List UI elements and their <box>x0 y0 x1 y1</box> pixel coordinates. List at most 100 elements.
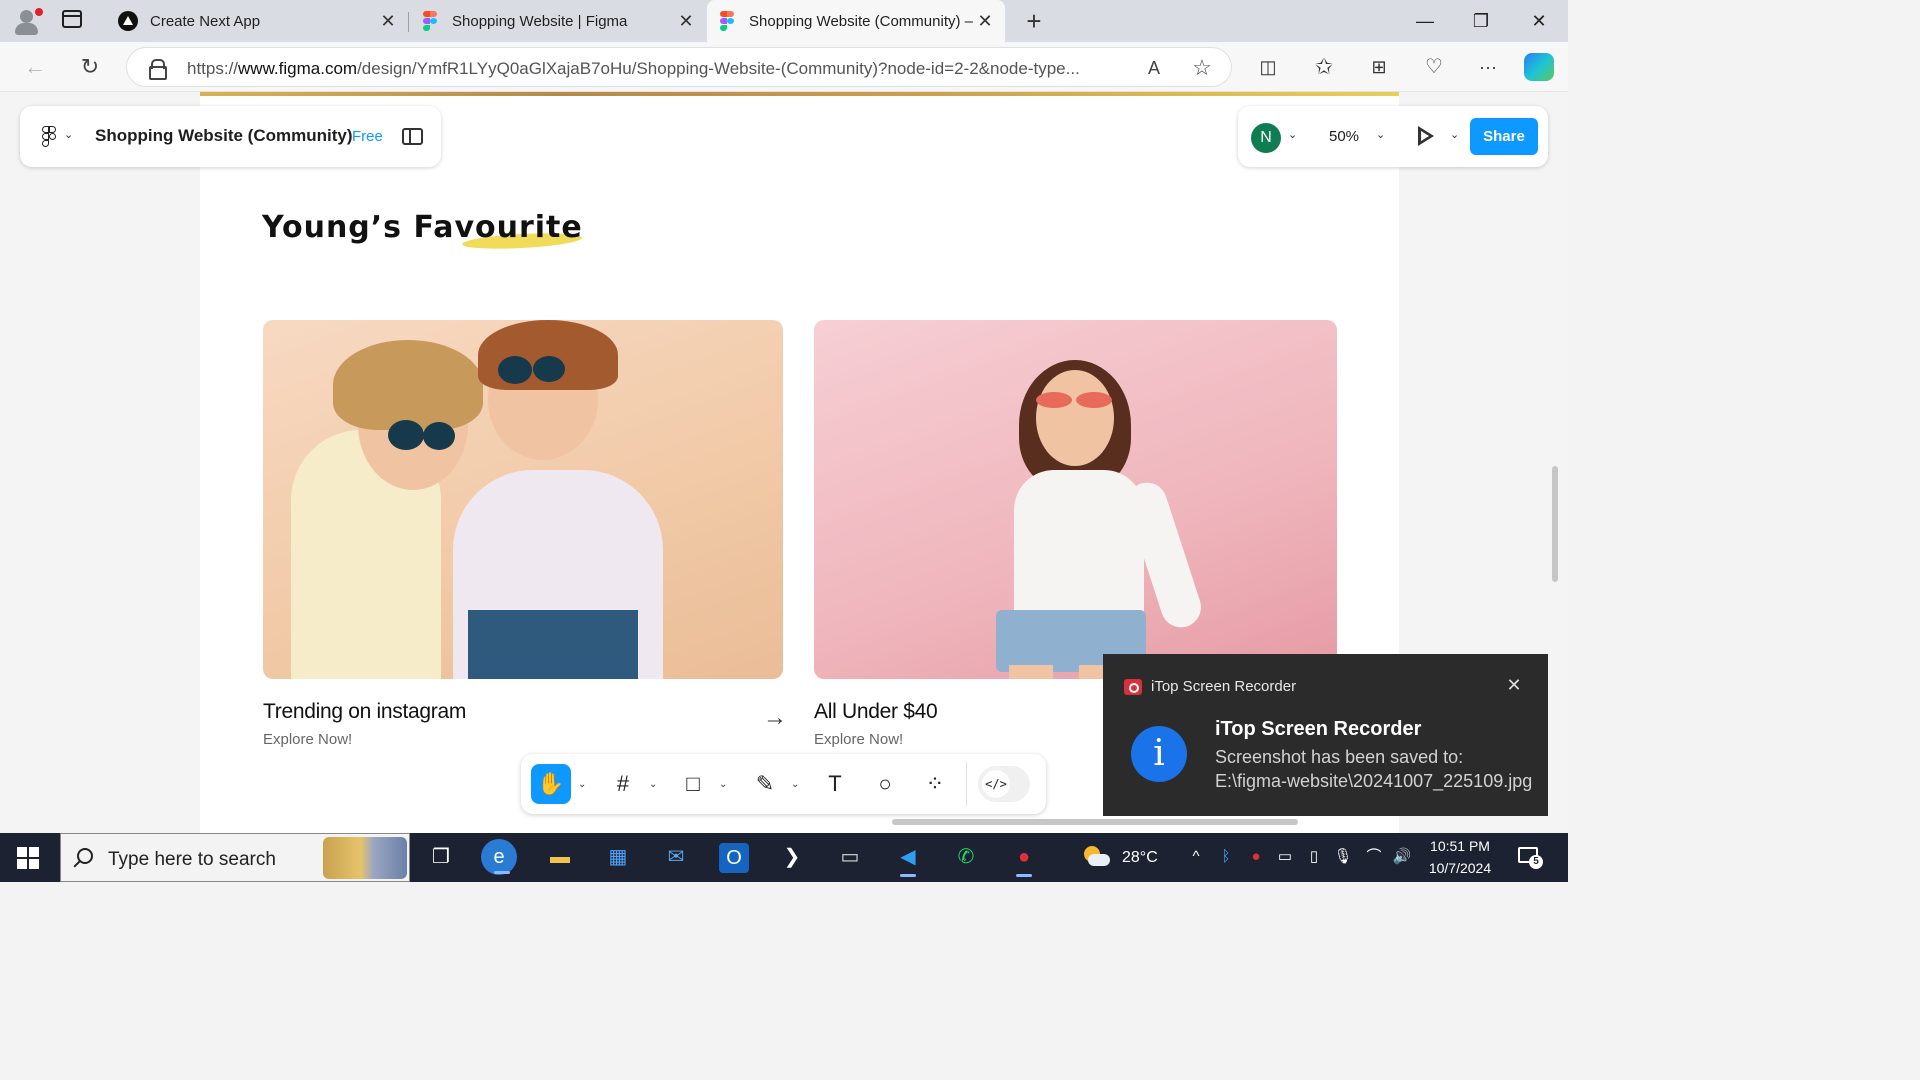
tab-shopping-website-community[interactable]: Shopping Website (Community) – ✕ <box>707 0 1005 42</box>
chevron-down-icon[interactable]: ⌄ <box>1450 128 1459 141</box>
microphone-icon[interactable]: 🎙 <box>1333 847 1353 867</box>
card-subtitle: Explore Now! <box>814 731 904 748</box>
toggle-ui-panel-icon[interactable] <box>402 128 423 145</box>
microsoft-store-icon[interactable]: ▦ <box>597 837 639 878</box>
minimize-button[interactable]: — <box>1402 8 1448 34</box>
user-avatar[interactable]: N <box>1251 123 1281 153</box>
previous-section-image <box>200 92 1399 96</box>
chevron-down-icon[interactable]: ⌄ <box>1288 128 1297 141</box>
browser-essentials-icon[interactable]: ♡ <box>1421 54 1447 80</box>
horizontal-scrollbar[interactable] <box>892 819 1298 825</box>
dev-mode-toggle[interactable]: </> <box>978 766 1030 802</box>
plan-badge[interactable]: Free <box>352 128 383 145</box>
frame-tool-icon[interactable]: # <box>603 764 643 804</box>
favorites-icon[interactable]: ✩ <box>1311 54 1337 80</box>
search-highlight-image[interactable] <box>323 837 407 879</box>
browser-toolbar: ← ↻ https://www.figma.com/design/YmfR1LY… <box>0 42 1568 92</box>
clock-time[interactable]: 10:51 PM <box>1420 838 1500 854</box>
zoom-level[interactable]: 50% <box>1329 128 1359 145</box>
outlook-icon[interactable]: O <box>719 843 749 873</box>
close-tab-icon[interactable]: ✕ <box>975 11 995 32</box>
chevron-up-icon[interactable]: ^ <box>1186 847 1206 867</box>
figma-icon <box>717 11 737 31</box>
chevron-down-icon[interactable]: ⌄ <box>1376 128 1385 141</box>
phone-link-icon[interactable]: ▯ <box>1304 847 1324 867</box>
clock-date[interactable]: 10/7/2024 <box>1420 860 1500 876</box>
text-tool-icon[interactable]: T <box>815 764 855 804</box>
pen-tool-icon[interactable]: ✎ <box>745 764 785 804</box>
close-window-button[interactable]: ✕ <box>1516 8 1562 34</box>
card-title: Trending on instagram <box>263 700 467 723</box>
restore-button[interactable]: ❐ <box>1458 8 1504 34</box>
present-play-icon[interactable] <box>1416 125 1436 147</box>
new-tab-button[interactable]: + <box>1020 7 1048 35</box>
bluetooth-icon[interactable]: ᛒ <box>1216 847 1236 867</box>
more-icon[interactable]: ··· <box>1475 54 1501 80</box>
weather-temperature[interactable]: 28°C <box>1122 849 1158 867</box>
weather-icon[interactable] <box>1082 844 1112 870</box>
card-title: All Under $40 <box>814 700 938 723</box>
wifi-icon[interactable]: ⌒ <box>1364 847 1384 867</box>
vertical-scrollbar[interactable] <box>1552 466 1558 582</box>
close-tab-icon[interactable]: ✕ <box>676 11 696 32</box>
notification-toast[interactable]: iTop Screen Recorder ✕ i iTop Screen Rec… <box>1103 654 1548 816</box>
collections-icon[interactable]: ⊞ <box>1366 54 1392 80</box>
tab-shopping-website-figma[interactable]: Shopping Website | Figma ✕ <box>410 0 706 42</box>
read-aloud-icon[interactable]: A <box>1143 57 1165 79</box>
volume-icon[interactable]: 🔊 <box>1392 847 1412 867</box>
chevron-down-icon: ⌄ <box>64 129 74 141</box>
powershell-icon[interactable]: ❯ <box>771 837 813 878</box>
notification-count: 5 <box>1529 855 1543 869</box>
task-view-icon[interactable]: ❐ <box>420 837 462 878</box>
close-icon[interactable]: ✕ <box>1503 674 1525 696</box>
search-icon <box>77 848 93 864</box>
notification-center-icon[interactable]: 5 <box>1516 845 1543 869</box>
toast-body: Screenshot has been saved to: E:\figma-w… <box>1215 747 1533 791</box>
edge-icon[interactable]: e <box>481 839 517 875</box>
card-image-trending <box>263 320 783 679</box>
itop-recorder-icon[interactable]: ● <box>1003 837 1045 878</box>
back-button[interactable]: ← <box>22 54 48 80</box>
tab-actions-icon[interactable] <box>62 10 86 32</box>
profile-avatar[interactable] <box>12 6 43 36</box>
windows-start-icon[interactable] <box>17 847 39 869</box>
windows-taskbar: Type here to search ❐ e ▬ ▦ ✉ O ❯ ▭ ◀ ✆ … <box>0 833 1568 882</box>
main-menu-button[interactable]: ⌄ <box>42 126 76 148</box>
search-placeholder: Type here to search <box>108 849 276 870</box>
actions-tool-icon[interactable]: ⁘ <box>915 764 955 804</box>
figma-file-header: ⌄ Shopping Website (Community) Free <box>20 106 441 167</box>
notification-dot <box>35 8 43 16</box>
share-button[interactable]: Share <box>1470 118 1538 155</box>
close-tab-icon[interactable]: ✕ <box>378 11 398 32</box>
chevron-down-icon[interactable]: ⌄ <box>649 779 657 790</box>
address-bar[interactable]: https://www.figma.com/design/YmfR1LYyQ0a… <box>126 47 1232 87</box>
arrow-right-icon: → <box>763 704 787 731</box>
file-name[interactable]: Shopping Website (Community) <box>95 126 353 146</box>
card-image-under-40 <box>814 320 1337 679</box>
mail-icon[interactable]: ✉ <box>655 837 697 878</box>
file-explorer-icon[interactable]: ▬ <box>539 837 581 878</box>
copilot-icon[interactable] <box>1524 53 1554 81</box>
chevron-down-icon[interactable]: ⌄ <box>791 779 799 790</box>
url-text[interactable]: https://www.figma.com/design/YmfR1LYyQ0a… <box>187 59 1127 79</box>
taskbar-search[interactable]: Type here to search <box>60 833 410 882</box>
tab-title: Shopping Website | Figma <box>452 12 628 30</box>
favorite-star-icon[interactable]: ☆ <box>1191 57 1213 79</box>
figma-icon <box>420 11 440 31</box>
battery-icon[interactable]: ▭ <box>1275 847 1295 867</box>
recorder-tray-icon[interactable]: ● <box>1246 847 1266 867</box>
shape-tool-icon[interactable]: □ <box>673 764 713 804</box>
refresh-button[interactable]: ↻ <box>77 54 103 80</box>
toast-title: iTop Screen Recorder <box>1215 718 1422 740</box>
whatsapp-icon[interactable]: ✆ <box>945 837 987 878</box>
lock-icon[interactable] <box>149 59 167 80</box>
toast-app-name: iTop Screen Recorder <box>1151 678 1297 695</box>
vscode-icon[interactable]: ◀ <box>887 837 929 878</box>
split-screen-icon[interactable]: ◫ <box>1255 54 1281 80</box>
chevron-down-icon[interactable]: ⌄ <box>578 779 586 790</box>
terminal-icon[interactable]: ▭ <box>829 837 871 878</box>
comment-tool-icon[interactable]: ○ <box>865 764 905 804</box>
tab-create-next-app[interactable]: Create Next App ✕ <box>110 0 406 42</box>
hand-tool-icon[interactable]: ✋ <box>531 764 571 804</box>
chevron-down-icon[interactable]: ⌄ <box>719 779 727 790</box>
